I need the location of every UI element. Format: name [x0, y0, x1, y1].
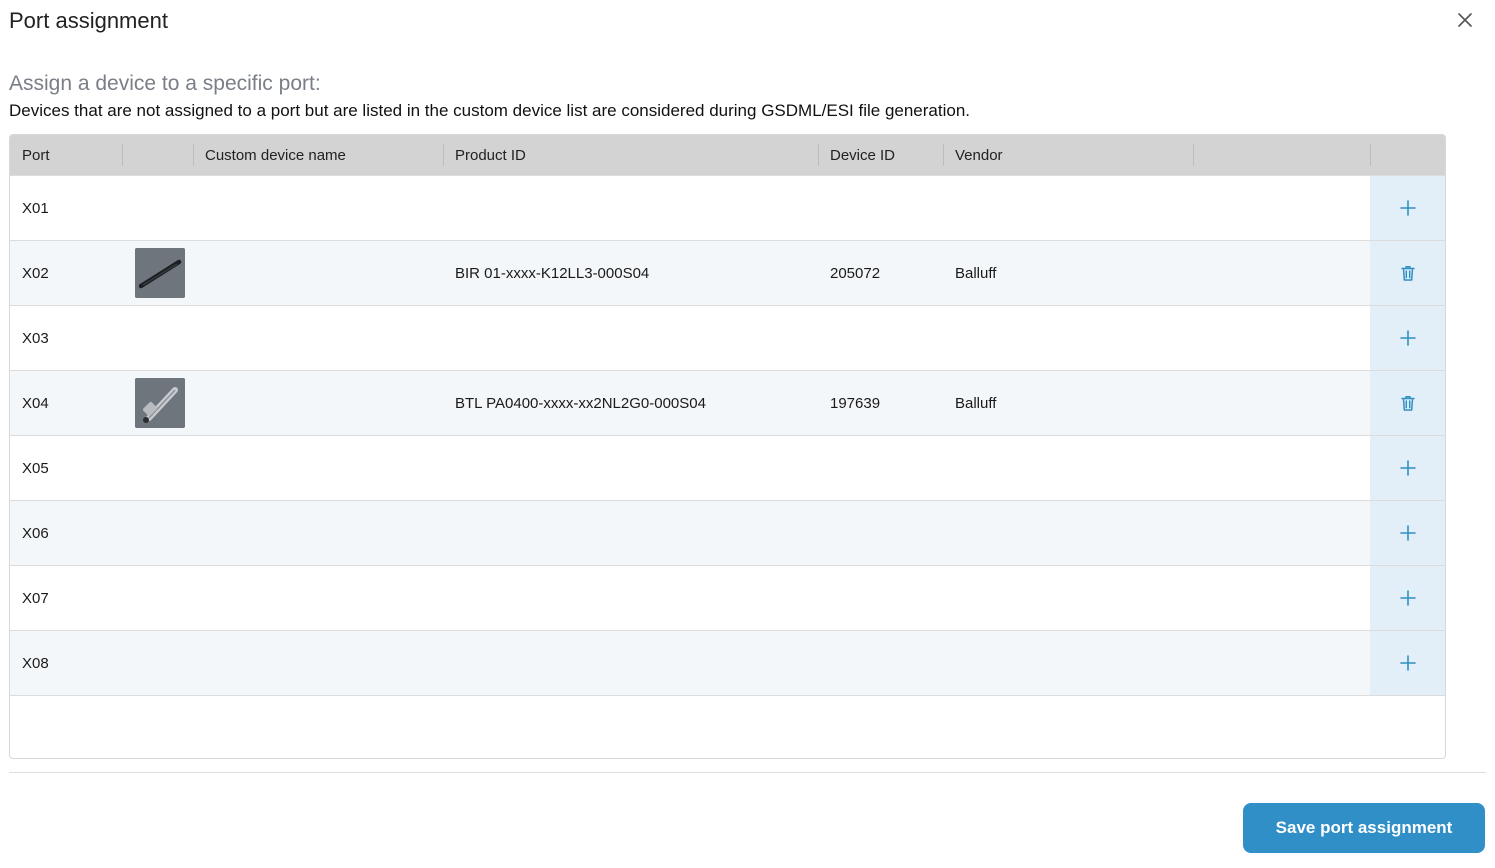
product-id-cell: BTL PA0400-xxxx-xx2NL2G0-000S04 [455, 394, 706, 412]
port-cell: X05 [22, 459, 49, 477]
device-id-cell: 197639 [830, 394, 881, 412]
dialog-subtitle: Assign a device to a specific port: [9, 72, 321, 95]
trash-icon [1401, 396, 1415, 411]
add-device-button[interactable] [1370, 566, 1445, 630]
table-row: X05 [10, 435, 1445, 500]
remove-device-button[interactable] [1370, 241, 1445, 305]
header-vendor: Vendor [955, 146, 1003, 164]
device-id-cell: 205072 [830, 264, 881, 282]
plus-icon [1400, 655, 1416, 671]
table-row: X02 BIR 01-xxxx-K12LL3-000S04 205072 Balluf… [10, 240, 1445, 305]
port-cell: X01 [22, 199, 49, 217]
device-thumbnail [135, 248, 185, 298]
port-table: Port Custom device name Product ID Devic… [9, 134, 1446, 759]
header-product-id: Product ID [455, 146, 526, 164]
table-row: X07 [10, 565, 1445, 630]
port-cell: X08 [22, 654, 49, 672]
footer-divider [9, 772, 1486, 773]
header-image [123, 135, 193, 175]
table-row-border [10, 695, 1445, 696]
add-device-button[interactable] [1370, 631, 1445, 695]
add-device-button[interactable] [1370, 501, 1445, 565]
header-extra [1193, 135, 1370, 175]
table-row: X04 BTL PA0400-xxxx-xx2NL2G0-000S04 197639… [10, 370, 1445, 435]
close-icon [1458, 13, 1472, 27]
table-header: Port Custom device name Product ID Devic… [10, 135, 1445, 175]
plus-icon [1400, 590, 1416, 606]
plus-icon [1400, 460, 1416, 476]
table-row: X01 [10, 175, 1445, 240]
close-button[interactable] [1455, 10, 1475, 30]
trash-icon [1401, 266, 1415, 281]
add-device-button[interactable] [1370, 436, 1445, 500]
port-cell: X06 [22, 524, 49, 542]
dialog-description: Devices that are not assigned to a port … [9, 101, 971, 120]
header-action [1370, 135, 1445, 175]
dialog-title: Port assignment [9, 8, 168, 33]
bir-sensor-thumbnail [135, 248, 185, 298]
header-custom-device-name: Custom device name [205, 146, 346, 164]
add-device-button[interactable] [1370, 176, 1445, 240]
vendor-cell: Balluff [955, 394, 997, 412]
plus-icon [1400, 200, 1416, 216]
table-row: X08 [10, 630, 1445, 695]
product-id-cell: BIR 01-xxxx-K12LL3-000S04 [455, 264, 650, 282]
device-thumbnail [135, 378, 185, 428]
port-cell: X04 [22, 394, 49, 412]
btl-transducer-thumbnail [135, 378, 185, 428]
remove-device-button[interactable] [1370, 371, 1445, 435]
table-row: X06 [10, 500, 1445, 565]
add-device-button[interactable] [1370, 306, 1445, 370]
save-port-assignment-button[interactable]: Save port assignment [1243, 803, 1485, 853]
header-device-id: Device ID [830, 146, 896, 164]
plus-icon [1400, 330, 1416, 346]
vendor-cell: Balluff [955, 264, 997, 282]
header-port: Port [22, 146, 50, 164]
port-cell: X02 [22, 264, 49, 282]
port-cell: X07 [22, 589, 49, 607]
table-row: X03 [10, 305, 1445, 370]
port-cell: X03 [22, 329, 49, 347]
plus-icon [1400, 525, 1416, 541]
